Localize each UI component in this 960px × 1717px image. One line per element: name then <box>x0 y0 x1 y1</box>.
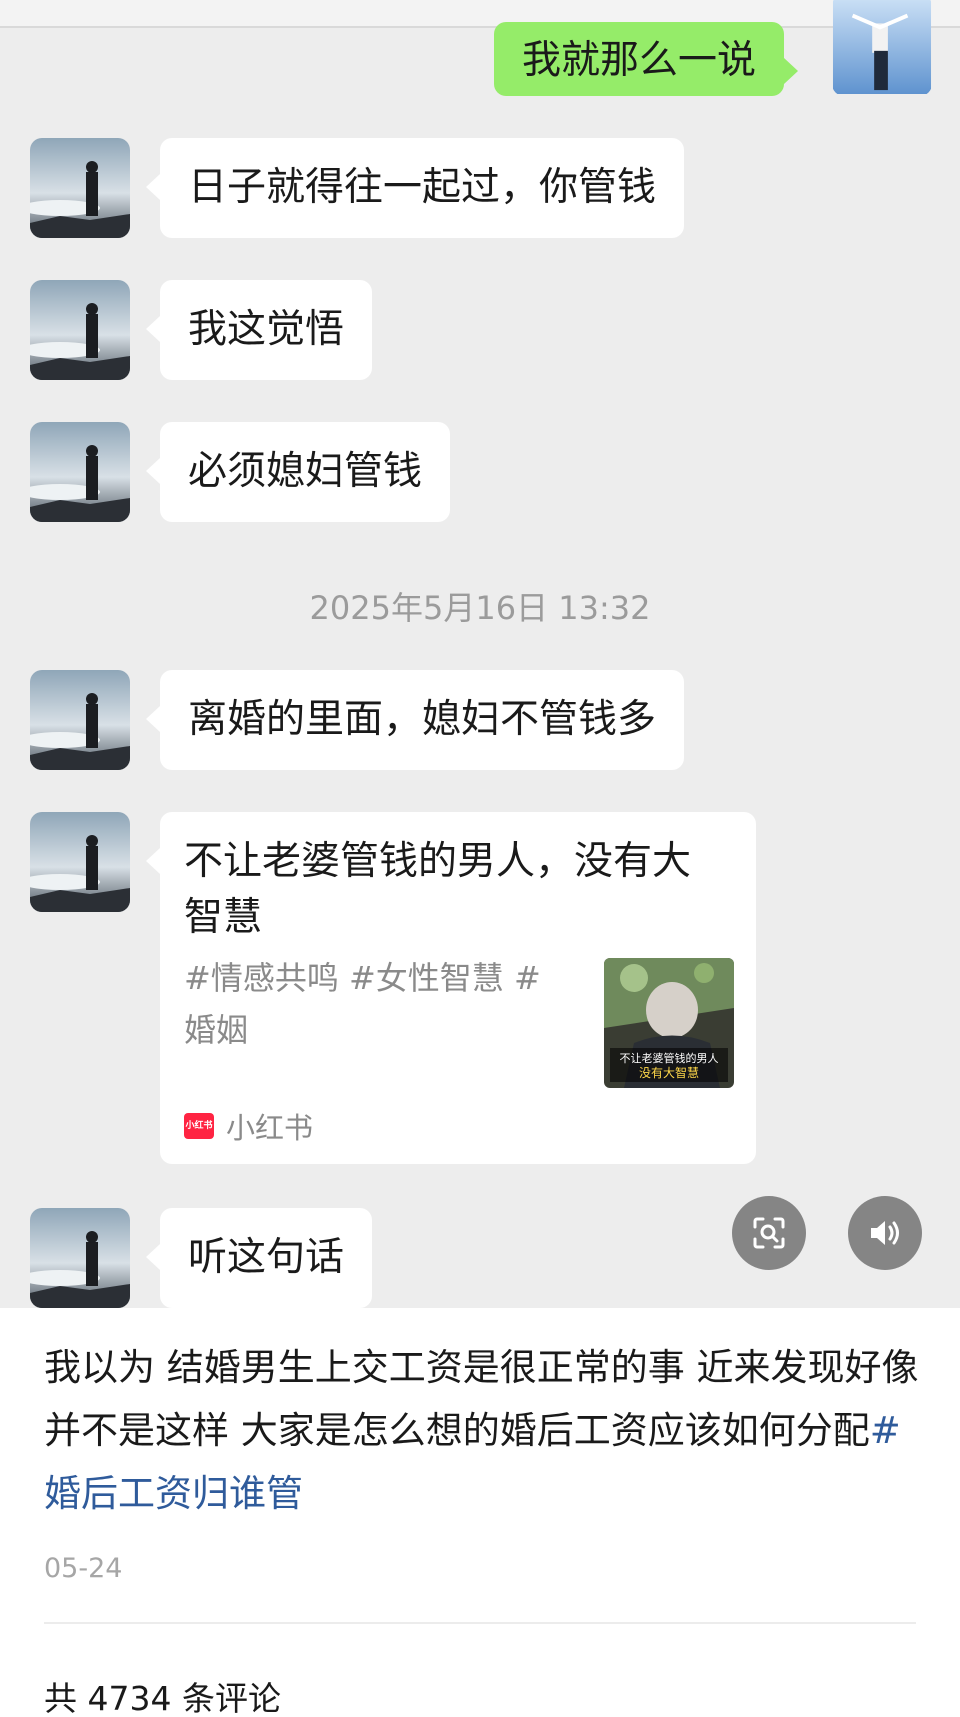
received-message[interactable]: 离婚的里面，媳妇不管钱多 <box>145 670 685 770</box>
received-message-text: 听这句话 <box>188 1235 345 1280</box>
chat-timestamp: 2025年5月16日 13:32 <box>309 589 651 627</box>
contact-avatar[interactable] <box>30 812 130 912</box>
mountain-silhouette-avatar-image <box>30 138 130 238</box>
self-avatar-image <box>832 0 932 94</box>
sent-message[interactable]: 我就那么一说 <box>494 22 799 96</box>
contact-avatar[interactable] <box>30 670 130 770</box>
mountain-silhouette-avatar-image <box>30 422 130 522</box>
top-divider <box>0 26 960 28</box>
xiaohongshu-logo-icon: 小红书 <box>184 1113 214 1139</box>
speaker-button[interactable] <box>848 1196 922 1270</box>
shared-xiaohongshu-card[interactable]: 不让老婆管钱的男人，没有大智慧 #情感共鸣 #女性智慧 #婚姻 不让老婆管钱的男… <box>146 812 756 1164</box>
received-message-text: 日子就得往一起过，你管钱 <box>188 165 657 210</box>
top-strip <box>0 0 960 26</box>
speaker-icon <box>871 1221 899 1245</box>
video-thumbnail-image: 不让老婆管钱的男人 没有大智慧 <box>604 958 734 1088</box>
shared-card-title: 不让老婆管钱的男人，没有大智慧 <box>184 839 692 940</box>
comments-count[interactable]: 共 4734 条评论 <box>44 1672 281 1717</box>
post-body: 我以为 结婚男生上交工资是很正常的事 近来发现好像并不是这样 大家是怎么想的婚后… <box>44 1336 924 1525</box>
shared-card-source-label: 小红书 <box>226 1111 314 1145</box>
received-message-text: 必须媳妇管钱 <box>188 449 423 494</box>
mountain-silhouette-avatar-image <box>30 1208 130 1308</box>
contact-avatar[interactable] <box>30 1208 130 1308</box>
sent-message-text: 我就那么一说 <box>522 38 757 83</box>
contact-avatar[interactable] <box>30 280 130 380</box>
received-message-text: 离婚的里面，媳妇不管钱多 <box>188 697 657 742</box>
scan-text-icon <box>753 1217 785 1249</box>
thumbnail-caption-line1: 不让老婆管钱的男人 <box>620 1051 719 1065</box>
thumbnail-caption-line2: 没有大智慧 <box>639 1065 699 1080</box>
received-message[interactable]: 听这句话 <box>145 1208 373 1308</box>
contact-avatar[interactable] <box>30 422 130 522</box>
post-date: 05-24 <box>44 1553 123 1584</box>
mountain-silhouette-avatar-image <box>30 670 130 770</box>
chat-screenshot: 我就那么一说 日子就得往一起过，你管钱 我这觉悟 必须媳妇管钱 2025年5月1… <box>0 0 960 1308</box>
shared-card-source: 小红书 小红书 <box>184 1108 314 1145</box>
received-message[interactable]: 我这觉悟 <box>145 280 373 380</box>
received-message-text: 我这觉悟 <box>188 307 345 352</box>
mountain-silhouette-avatar-image <box>30 812 130 912</box>
shared-card-thumbnail: 不让老婆管钱的男人 没有大智慧 <box>604 958 734 1088</box>
received-message[interactable]: 必须媳妇管钱 <box>145 422 451 522</box>
mountain-silhouette-avatar-image <box>30 280 130 380</box>
post-body-text: 我以为 结婚男生上交工资是很正常的事 近来发现好像并不是这样 大家是怎么想的婚后… <box>44 1346 919 1452</box>
divider <box>44 1622 916 1624</box>
self-avatar[interactable] <box>832 0 932 96</box>
contact-avatar[interactable] <box>30 138 130 238</box>
shared-card-tags: #情感共鸣 #女性智慧 #婚姻 <box>184 959 541 1049</box>
scan-text-button[interactable] <box>732 1196 806 1270</box>
received-message[interactable]: 日子就得往一起过，你管钱 <box>145 138 685 238</box>
